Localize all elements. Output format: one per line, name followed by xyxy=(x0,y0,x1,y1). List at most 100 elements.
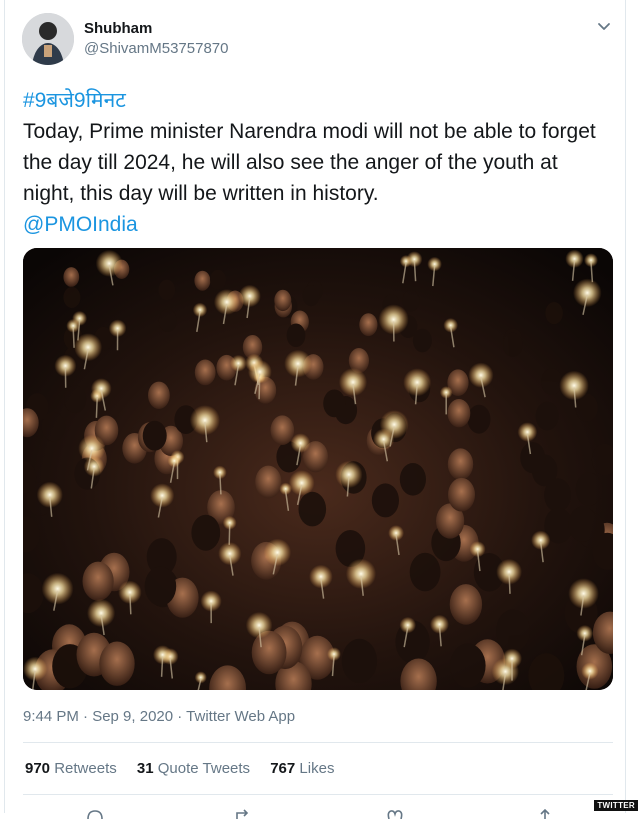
mention-link[interactable]: @PMOIndia xyxy=(23,213,138,236)
tweet-timestamp[interactable]: 9:44 PM · Sep 9, 2020 · Twitter Web App xyxy=(23,708,295,725)
action-bar xyxy=(23,800,613,813)
quotes-label: Quote Tweets xyxy=(158,760,250,777)
candle-glow xyxy=(248,360,272,384)
candle-stick xyxy=(130,594,131,614)
crowd-figure xyxy=(503,333,522,357)
share-icon[interactable] xyxy=(535,806,555,816)
crowd-figure xyxy=(255,466,281,499)
crowd-figure xyxy=(413,329,432,353)
crowd-figure xyxy=(195,360,216,386)
reply-icon[interactable] xyxy=(85,806,105,816)
candle-glow xyxy=(339,368,367,396)
candle-glow xyxy=(239,285,261,307)
crowd-figure xyxy=(83,562,114,601)
crowd-figure xyxy=(450,584,482,625)
hashtag-link[interactable]: #9बजे9मिनट xyxy=(23,89,126,112)
crowd-figure xyxy=(63,267,79,287)
crowd-figure xyxy=(496,610,530,652)
heart-icon[interactable] xyxy=(385,806,405,816)
crowd-figure xyxy=(299,492,327,527)
watermark-label: TWITTER xyxy=(594,800,638,811)
crowd-figure xyxy=(545,302,563,324)
tweet-body: Today, Prime minister Narendra modi will… xyxy=(23,116,613,209)
candle-glow xyxy=(42,573,74,605)
crowd-figure xyxy=(372,483,399,517)
retweets-count: 970 xyxy=(25,760,50,777)
crowd-figure xyxy=(63,287,80,308)
likes-count: 767 xyxy=(270,760,295,777)
crowd-figure xyxy=(194,271,210,291)
crowd-figure xyxy=(323,390,345,418)
candle-glow xyxy=(380,410,409,439)
candle-glow xyxy=(96,250,123,277)
candle-stick xyxy=(162,657,163,677)
crowd-figure xyxy=(287,324,306,348)
candle-glow xyxy=(87,599,115,627)
crowd-figure xyxy=(271,415,295,445)
crowd-figure xyxy=(143,421,167,451)
crowd-figure xyxy=(576,473,603,506)
candle-stick xyxy=(229,525,230,545)
crowd-figure xyxy=(536,402,559,431)
crowd-figure xyxy=(342,639,377,683)
candle-glow xyxy=(264,539,291,566)
crowd-figure xyxy=(145,567,177,606)
candle-glow xyxy=(284,350,312,378)
avatar-image xyxy=(22,13,74,65)
tweet-photo[interactable] xyxy=(23,248,613,690)
retweets-label: Retweets xyxy=(54,760,117,777)
crowd-figure xyxy=(544,478,571,512)
tweet-stats: 970 Retweets 31 Quote Tweets 767 Likes xyxy=(25,760,350,777)
quote-tweets-stat[interactable]: 31 Quote Tweets xyxy=(137,760,250,777)
crowd-figure xyxy=(541,369,562,395)
likes-stat[interactable]: 767 Likes xyxy=(270,760,334,777)
candle-glow xyxy=(468,363,493,388)
divider xyxy=(23,742,613,743)
candle-glow xyxy=(23,657,47,681)
crowd-figure xyxy=(191,515,220,551)
user-handle[interactable]: @ShivamM53757870 xyxy=(84,40,228,57)
candlelight-crowd-image xyxy=(23,248,613,690)
quotes-count: 31 xyxy=(137,760,154,777)
crowd-figure xyxy=(64,386,86,414)
avatar[interactable] xyxy=(22,13,74,65)
crowd-figure xyxy=(159,309,177,332)
candle-glow xyxy=(74,333,102,361)
crowd-figure xyxy=(569,506,597,541)
retweet-icon[interactable] xyxy=(235,806,255,816)
chevron-down-icon[interactable] xyxy=(596,18,612,34)
crowd-figure xyxy=(359,313,377,336)
candle-glow xyxy=(568,578,599,609)
candle-glow xyxy=(78,435,105,462)
crowd-figure xyxy=(303,285,320,306)
candle-glow xyxy=(150,483,174,507)
crowd-figure xyxy=(42,412,65,441)
candle-glow xyxy=(214,289,240,315)
candle-glow xyxy=(190,405,220,435)
crowd-figure xyxy=(448,399,471,427)
crowd-figure xyxy=(210,270,226,290)
crowd-figure xyxy=(148,382,170,409)
crowd-figure xyxy=(468,405,491,434)
candle-stick xyxy=(509,574,510,594)
crowd-figure xyxy=(99,642,134,686)
crowd-figure xyxy=(402,290,419,311)
candle-glow xyxy=(218,542,241,565)
crowd-figure xyxy=(274,290,291,311)
tweet-card: Shubham @ShivamM53757870 #9बजे9मिनट Toda… xyxy=(4,0,626,813)
candle-glow xyxy=(91,378,112,399)
candle-glow xyxy=(291,433,311,453)
crowd-figure xyxy=(448,478,475,512)
display-name[interactable]: Shubham xyxy=(84,20,152,37)
candle-stick xyxy=(96,398,97,418)
crowd-figure xyxy=(448,448,473,480)
retweets-stat[interactable]: 970 Retweets xyxy=(25,760,117,777)
candle-glow xyxy=(581,663,598,680)
candle-glow xyxy=(309,565,333,589)
divider xyxy=(23,794,613,795)
candle-glow xyxy=(573,279,602,308)
crowd-figure xyxy=(450,643,486,687)
crowd-figure xyxy=(520,442,545,473)
likes-label: Likes xyxy=(299,760,334,777)
tweet-text: #9बजे9मिनट Today, Prime minister Narendr… xyxy=(23,85,613,240)
